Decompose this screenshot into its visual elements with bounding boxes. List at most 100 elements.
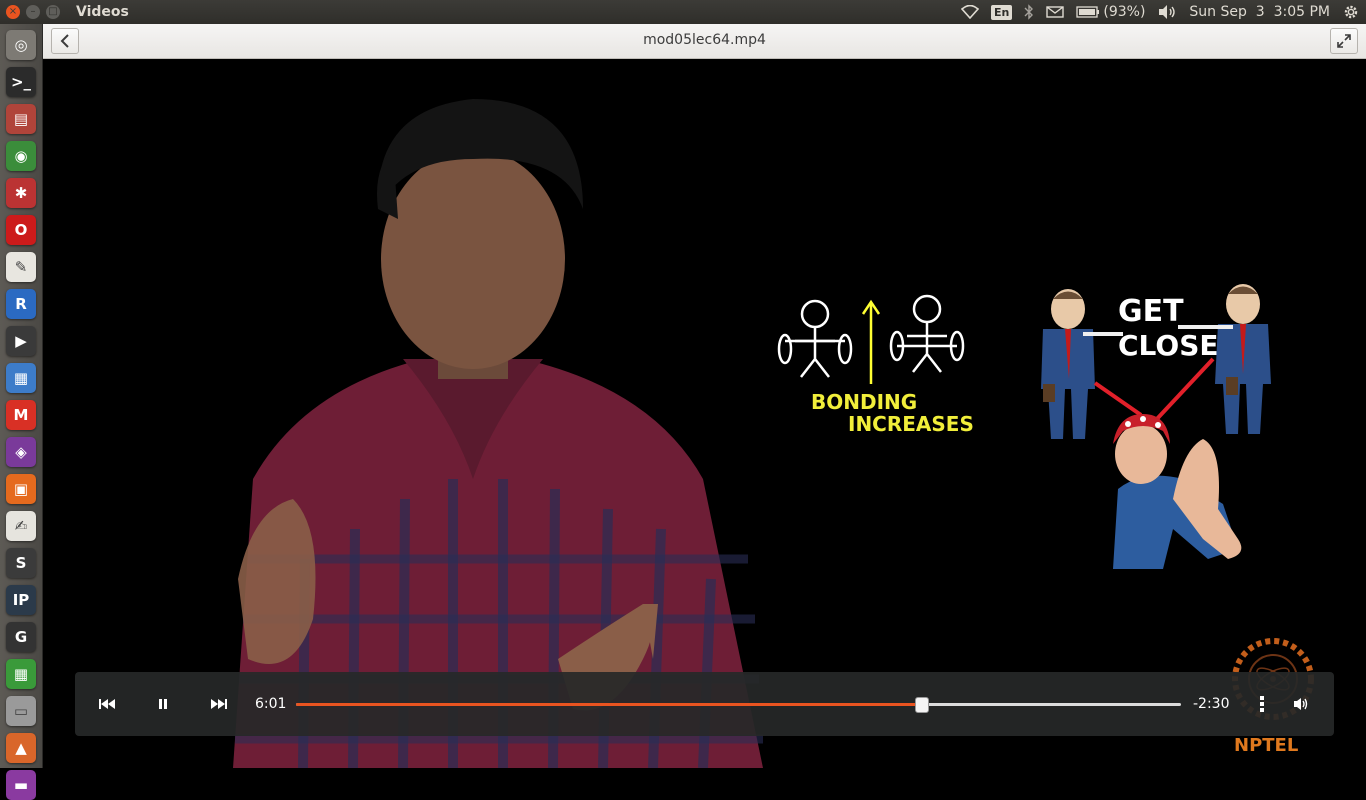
next-button[interactable]	[207, 692, 231, 716]
maximize-window-button[interactable]: □	[46, 5, 60, 19]
close-label: CLOSE	[1118, 329, 1219, 362]
launcher-dash-home[interactable]: ◎	[6, 30, 36, 60]
get-label: GET	[1118, 294, 1184, 329]
media-app-icon: ◈	[15, 443, 27, 461]
mail-icon	[1046, 6, 1065, 18]
launcher-chrome[interactable]: ◉	[6, 141, 36, 171]
launcher-r-studio[interactable]: R	[6, 289, 36, 319]
launcher-system-settings[interactable]: ✱	[6, 178, 36, 208]
keyboard-icon: En	[991, 4, 1013, 20]
pause-icon	[159, 699, 167, 709]
bluetooth-indicator[interactable]	[1024, 4, 1034, 20]
sublime-text-icon: S	[15, 554, 27, 572]
terminal-icon: >_	[10, 73, 32, 91]
header-bar: mod05lec64.mp4	[43, 24, 1366, 59]
battery-indicator[interactable]: (93%)	[1076, 4, 1145, 20]
previous-button[interactable]	[95, 692, 119, 716]
launcher-text-editor[interactable]: ✍	[6, 511, 36, 541]
nptel-watermark: NPTEL	[1234, 735, 1298, 756]
volume-button[interactable]	[1289, 692, 1313, 716]
battery-percent: (93%)	[1103, 4, 1146, 20]
app-extra-2-icon: ▬	[13, 776, 29, 794]
archive-manager-icon: ▤	[13, 110, 29, 128]
drive-icon: ▭	[13, 702, 29, 720]
r-studio-icon: R	[15, 295, 27, 313]
skip-back-icon	[99, 699, 115, 709]
calc-icon: ▦	[13, 665, 29, 683]
fullscreen-button[interactable]	[1330, 28, 1358, 54]
skip-forward-icon	[211, 699, 227, 709]
volume-icon	[1294, 698, 1308, 710]
increases-label: INCREASES	[848, 412, 974, 436]
launcher-archive-manager[interactable]: ▤	[6, 104, 36, 134]
player-controls: 6:01 -2:30	[75, 672, 1334, 736]
seek-bar-progress	[296, 703, 921, 706]
seek-bar[interactable]	[296, 697, 1181, 713]
launcher: ◎ >_ ▤ ◉ ✱ O ✎ R ▶ ▦ M ◈ ▣ ✍ S IP G ▦ ▭ ▲ ▬	[0, 24, 43, 800]
pause-button[interactable]	[151, 692, 175, 716]
minimize-window-button[interactable]: –	[26, 5, 40, 19]
remaining-time: -2:30	[1193, 696, 1230, 712]
system-settings-icon: ✱	[14, 184, 28, 202]
launcher-drive[interactable]: ▭	[6, 696, 36, 726]
launcher-impress[interactable]: ▣	[6, 474, 36, 504]
clock: Sun Sep 3 3:05 PM	[1189, 4, 1330, 20]
minimize-icon: –	[30, 6, 36, 17]
top-panel: × – □ Videos En (93%) Sun Sep 3 3:05 PM	[0, 0, 1366, 24]
video-content: BONDING INCREASES GET CLOSE NPTEL	[233, 99, 1314, 768]
launcher-app-extra-2[interactable]: ▬	[6, 770, 36, 800]
bonding-label: BONDING	[811, 390, 917, 414]
bluetooth-icon	[1024, 4, 1034, 20]
elapsed-time: 6:01	[255, 696, 287, 712]
businessman-left-figure	[1041, 289, 1095, 439]
video-frame[interactable]: BONDING INCREASES GET CLOSE NPTEL	[43, 59, 1366, 768]
wifi-indicator[interactable]	[961, 5, 979, 19]
seek-handle[interactable]	[914, 697, 929, 713]
app-extra-icon: ▲	[15, 739, 27, 757]
geogebra-icon: G	[14, 628, 28, 646]
launcher-calc[interactable]: ▦	[6, 659, 36, 689]
launcher-geogebra[interactable]: G	[6, 622, 36, 652]
close-window-button[interactable]: ×	[6, 5, 20, 19]
businessman-right-figure	[1215, 284, 1271, 434]
settings-gear-icon	[1344, 5, 1358, 19]
mail-indicator[interactable]	[1046, 6, 1065, 18]
volume-icon	[1159, 5, 1176, 19]
chrome-icon: ◉	[14, 147, 28, 165]
video-player-icon: ▶	[15, 332, 27, 350]
launcher-terminal[interactable]: >_	[6, 67, 36, 97]
video-title: mod05lec64.mp4	[643, 32, 766, 48]
launcher-document-viewer[interactable]: ✎	[6, 252, 36, 282]
app-title: Videos	[76, 4, 129, 20]
rosie-riveter-figure	[1113, 414, 1242, 569]
launcher-sublime-text[interactable]: S	[6, 548, 36, 578]
keyboard-indicator[interactable]: En	[991, 4, 1013, 20]
more-vertical-icon	[1260, 696, 1264, 712]
more-options-button[interactable]	[1250, 692, 1274, 716]
impress-icon: ▣	[13, 480, 29, 498]
writer-icon: ▦	[13, 369, 29, 387]
up-arrow-icon	[861, 299, 881, 384]
fullscreen-icon	[1337, 34, 1351, 48]
launcher-gmail[interactable]: M	[6, 400, 36, 430]
launcher-video-player[interactable]: ▶	[6, 326, 36, 356]
launcher-opera[interactable]: O	[6, 215, 36, 245]
maximize-icon: □	[48, 6, 58, 17]
volume-indicator[interactable]	[1157, 4, 1177, 20]
battery-icon	[1076, 6, 1100, 18]
launcher-ipython[interactable]: IP	[6, 585, 36, 615]
opera-icon: O	[14, 221, 28, 239]
gmail-icon: M	[13, 406, 29, 424]
indicator-area: En (93%) Sun Sep 3 3:05 PM	[961, 0, 1366, 24]
clock-indicator[interactable]: Sun Sep 3 3:05 PM	[1189, 4, 1330, 20]
session-menu[interactable]	[1342, 3, 1360, 21]
lecturer-figure	[233, 99, 763, 768]
keyboard-layout: En	[994, 5, 1010, 19]
wifi-icon	[961, 5, 979, 19]
ipython-icon: IP	[12, 591, 30, 609]
dash-home-icon: ◎	[14, 36, 28, 54]
launcher-app-extra[interactable]: ▲	[6, 733, 36, 763]
red-links	[1093, 357, 1215, 423]
launcher-media-app[interactable]: ◈	[6, 437, 36, 467]
launcher-writer[interactable]: ▦	[6, 363, 36, 393]
